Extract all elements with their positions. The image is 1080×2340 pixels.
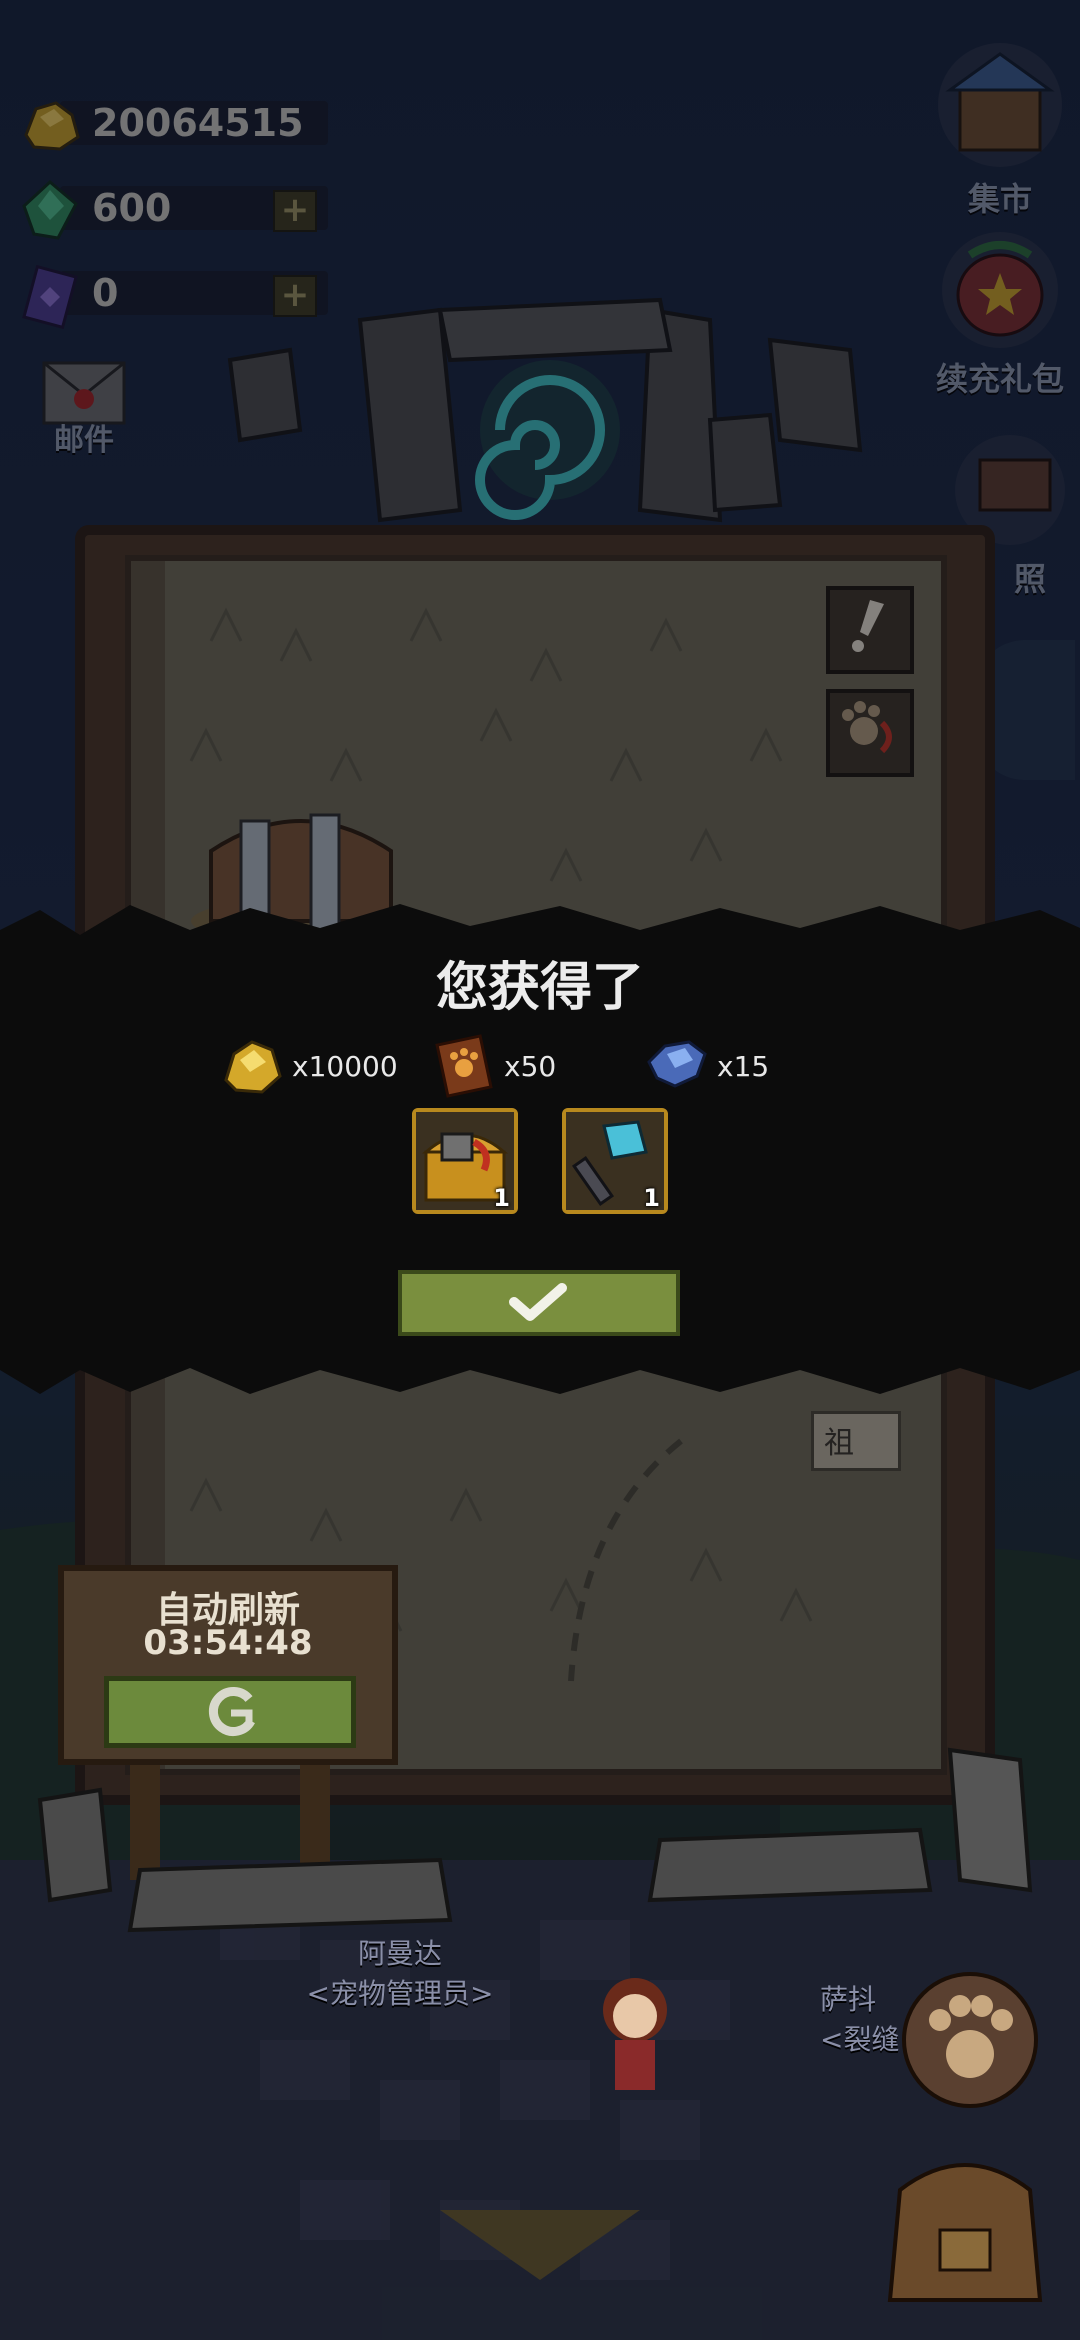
checkmark-icon (509, 1283, 567, 1321)
backpack-button[interactable] (870, 2130, 1060, 2320)
npc-amanda[interactable]: 阿曼达 <宠物管理员> (290, 1932, 510, 2012)
reward-item-chest-count: 1 (493, 1184, 510, 1212)
reward-item-hammer[interactable]: 1 (562, 1108, 668, 1214)
reward-blue-ore-count: x15 (717, 1050, 770, 1083)
auto-refresh-timer: 03:54:48 (143, 1623, 313, 1663)
blue-ore-icon (647, 1040, 707, 1088)
sign-posts-and-rocks (37, 1760, 453, 1933)
reward-paw-book-count: x50 (504, 1050, 557, 1083)
npc-amanda-name: 阿曼达 (357, 1937, 442, 1970)
reward-title: 您获得了 (435, 958, 644, 1018)
reward-gold: x10000 (220, 1032, 398, 1108)
reward-item-chest[interactable]: 1 (412, 1108, 518, 1214)
right-rocks (647, 1747, 1033, 1903)
npc-amanda-role: <宠物管理员> (306, 1977, 494, 2010)
pet-paw-button[interactable] (880, 1950, 1060, 2110)
reward-paw-book: x50 (432, 1032, 572, 1108)
confirm-button[interactable] (398, 1270, 680, 1336)
refresh-button[interactable] (104, 1676, 356, 1748)
reward-blue-ore: x15 (645, 1032, 785, 1108)
paw-book-icon (435, 1034, 493, 1098)
gold-ore-icon (224, 1040, 282, 1094)
reward-item-hammer-count: 1 (643, 1184, 660, 1212)
player-character (603, 1978, 667, 2090)
reward-gold-count: x10000 (292, 1050, 398, 1083)
refresh-icon (208, 1687, 255, 1736)
